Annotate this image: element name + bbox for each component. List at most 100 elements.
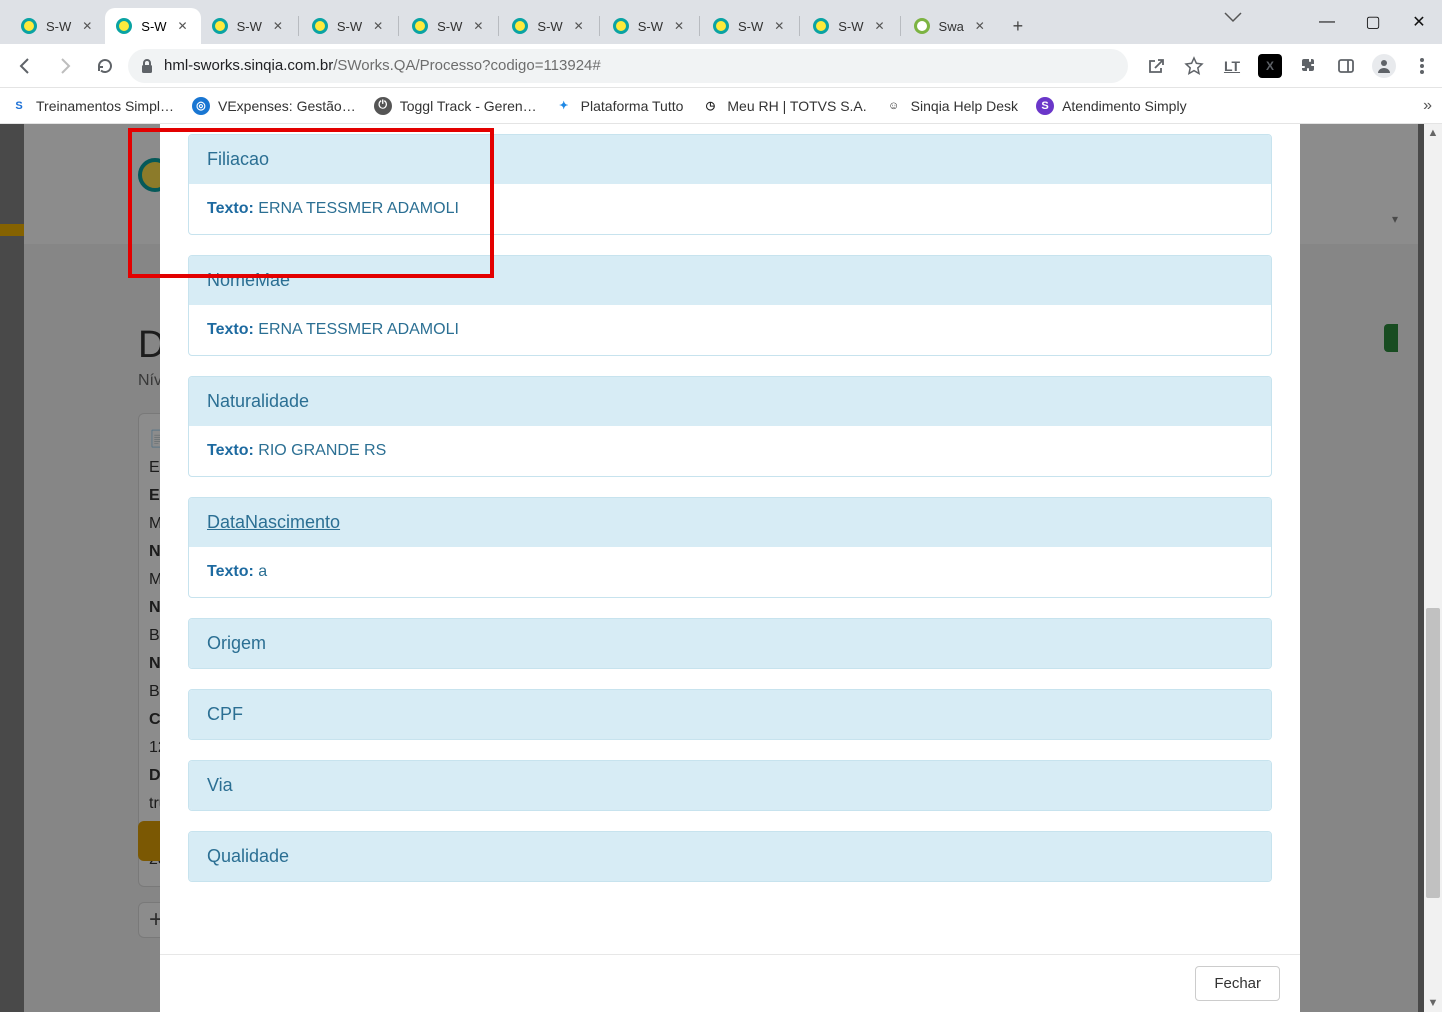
browser-tab[interactable]: Swa✕ — [903, 8, 998, 44]
extension-x-icon[interactable]: X — [1258, 54, 1282, 78]
bookmark-item[interactable]: ◷ Meu RH | TOTVS S.A. — [701, 97, 866, 115]
panel-body: Texto: ERNA TESSMER ADAMOLI — [189, 305, 1271, 355]
tab-separator — [699, 16, 700, 36]
tab-title: S-W — [237, 19, 262, 34]
texto-value: ERNA TESSMER ADAMOLI — [258, 200, 459, 217]
panel-header[interactable]: Origem — [189, 619, 1271, 668]
tab-separator — [599, 16, 600, 36]
share-icon[interactable] — [1144, 54, 1168, 78]
kebab-menu-icon[interactable] — [1410, 54, 1434, 78]
bookmark-label: VExpenses: Gestão… — [218, 98, 356, 114]
tab-favicon-icon — [712, 17, 730, 35]
bookmark-label: Treinamentos Simpl… — [36, 98, 174, 114]
browser-tab[interactable]: S-W ✕ — [105, 8, 200, 44]
url-path: /SWorks.QA/Processo?codigo=113924# — [333, 57, 601, 74]
panel-datanascimento: DataNascimentoTexto: a — [188, 497, 1272, 598]
tab-close-icon[interactable]: ✕ — [175, 18, 191, 34]
tab-close-icon[interactable]: ✕ — [79, 18, 95, 34]
browser-tab[interactable]: S-W✕ — [10, 8, 105, 44]
tab-separator — [900, 16, 901, 36]
panel-cpf: CPF — [188, 689, 1272, 740]
panel-header[interactable]: CPF — [189, 690, 1271, 739]
bookmark-item[interactable]: ✦Plataforma Tutto — [555, 97, 684, 115]
panel-nomemae: NomeMaeTexto: ERNA TESSMER ADAMOLI — [188, 255, 1272, 356]
back-button[interactable] — [8, 49, 42, 83]
tab-close-icon[interactable]: ✕ — [470, 18, 486, 34]
panel-header[interactable]: Filiacao — [189, 135, 1271, 184]
bookmark-favicon-icon: S — [10, 97, 28, 115]
panel-header[interactable]: NomeMae — [189, 256, 1271, 305]
tab-separator — [298, 16, 299, 36]
tab-favicon-icon — [812, 17, 830, 35]
tab-close-icon[interactable]: ✕ — [972, 18, 988, 34]
bookmark-favicon-icon: ◷ — [701, 97, 719, 115]
panel-qualidade: Qualidade — [188, 831, 1272, 882]
window-maximize-button[interactable]: ▢ — [1350, 5, 1396, 39]
bookmark-favicon-icon: S — [1036, 97, 1054, 115]
bookmarks-overflow-icon[interactable]: » — [1423, 97, 1432, 115]
omnibox-actions: LT X — [1144, 54, 1434, 78]
browser-tab[interactable]: S-W✕ — [702, 8, 797, 44]
tab-close-icon[interactable]: ✕ — [370, 18, 386, 34]
extension-lt-icon[interactable]: LT — [1220, 54, 1244, 78]
fechar-button[interactable]: Fechar — [1195, 966, 1280, 1001]
url-host: hml-sworks.sinqia.com.br — [164, 57, 333, 74]
panel-header[interactable]: Naturalidade — [189, 377, 1271, 426]
texto-label: Texto: — [207, 563, 258, 580]
extensions-puzzle-icon[interactable] — [1296, 54, 1320, 78]
window-close-button[interactable]: ✕ — [1396, 5, 1442, 39]
bookmark-item[interactable]: S Atendimento Simply — [1036, 97, 1187, 115]
tabs-overflow-chevron-icon[interactable] — [1224, 12, 1242, 24]
side-panel-icon[interactable] — [1334, 54, 1358, 78]
new-tab-button[interactable]: + — [1004, 12, 1032, 40]
tab-close-icon[interactable]: ✕ — [571, 18, 587, 34]
scroll-up-arrow-icon[interactable]: ▲ — [1424, 124, 1442, 142]
vertical-scrollbar[interactable]: ▲ ▼ — [1424, 124, 1442, 1012]
browser-tab[interactable]: S-W ✕ — [802, 8, 897, 44]
panel-header[interactable]: Qualidade — [189, 832, 1271, 881]
window-controls: — ▢ ✕ — [1304, 0, 1442, 44]
bookmark-label: Plataforma Tutto — [581, 98, 684, 114]
browser-tab[interactable]: S-W✕ — [301, 8, 396, 44]
tab-close-icon[interactable]: ✕ — [771, 18, 787, 34]
scroll-thumb[interactable] — [1426, 608, 1440, 898]
tab-title: S-W — [537, 19, 562, 34]
panel-origem: Origem — [188, 618, 1272, 669]
forward-button[interactable] — [48, 49, 82, 83]
profile-avatar-icon[interactable] — [1372, 54, 1396, 78]
bookmark-label: Atendimento Simply — [1062, 98, 1187, 114]
tab-close-icon[interactable]: ✕ — [872, 18, 888, 34]
window-minimize-button[interactable]: — — [1304, 5, 1350, 39]
tab-favicon-icon — [20, 17, 38, 35]
bookmark-label: Meu RH | TOTVS S.A. — [727, 98, 866, 114]
scroll-down-arrow-icon[interactable]: ▼ — [1424, 994, 1442, 1012]
texto-value: RIO GRANDE RS — [258, 442, 386, 459]
bookmark-item[interactable]: ◎VExpenses: Gestão… — [192, 97, 356, 115]
tab-title: S-W — [638, 19, 663, 34]
bookmark-item[interactable]: S Treinamentos Simpl… — [10, 97, 174, 115]
tab-close-icon[interactable]: ✕ — [270, 18, 286, 34]
browser-toolbar: hml-sworks.sinqia.com.br/SWorks.QA/Proce… — [0, 44, 1442, 88]
bookmark-item[interactable]: ☺Sinqia Help Desk — [885, 97, 1018, 115]
panel-body: Texto: RIO GRANDE RS — [189, 426, 1271, 476]
browser-tabstrip: S-W✕S-W✕S-W✕S-W✕S-W✕S-W✕S-W✕S-W✕S-W✕Swa✕… — [0, 0, 1442, 44]
star-icon[interactable] — [1182, 54, 1206, 78]
tab-title: S-W — [838, 19, 863, 34]
bookmark-item[interactable]: ⏻Toggl Track - Geren… — [374, 97, 537, 115]
reload-button[interactable] — [88, 49, 122, 83]
tab-favicon-icon — [511, 17, 529, 35]
browser-tab[interactable]: S-W ✕ — [602, 8, 697, 44]
address-bar[interactable]: hml-sworks.sinqia.com.br/SWorks.QA/Proce… — [128, 49, 1128, 83]
tab-separator — [398, 16, 399, 36]
bookmarks-bar: S Treinamentos Simpl… ◎VExpenses: Gestão… ⏻… — [0, 88, 1442, 124]
page-viewport: ▾ D Níve 📄EExMNoMNoBNaBHCl12DatruDa23 + … — [0, 124, 1442, 1012]
tab-title: S-W — [141, 19, 166, 34]
browser-tab[interactable]: S-W✕ — [401, 8, 496, 44]
tab-close-icon[interactable]: ✕ — [671, 18, 687, 34]
panel-header[interactable]: Via — [189, 761, 1271, 810]
browser-tab[interactable]: S-W ✕ — [501, 8, 596, 44]
bookmark-label: Toggl Track - Geren… — [400, 98, 537, 114]
panel-header[interactable]: DataNascimento — [189, 498, 1271, 547]
modal-content: FiliacaoTexto: ERNA TESSMER ADAMOLINomeM… — [160, 124, 1300, 952]
browser-tab[interactable]: S-W ✕ — [201, 8, 296, 44]
